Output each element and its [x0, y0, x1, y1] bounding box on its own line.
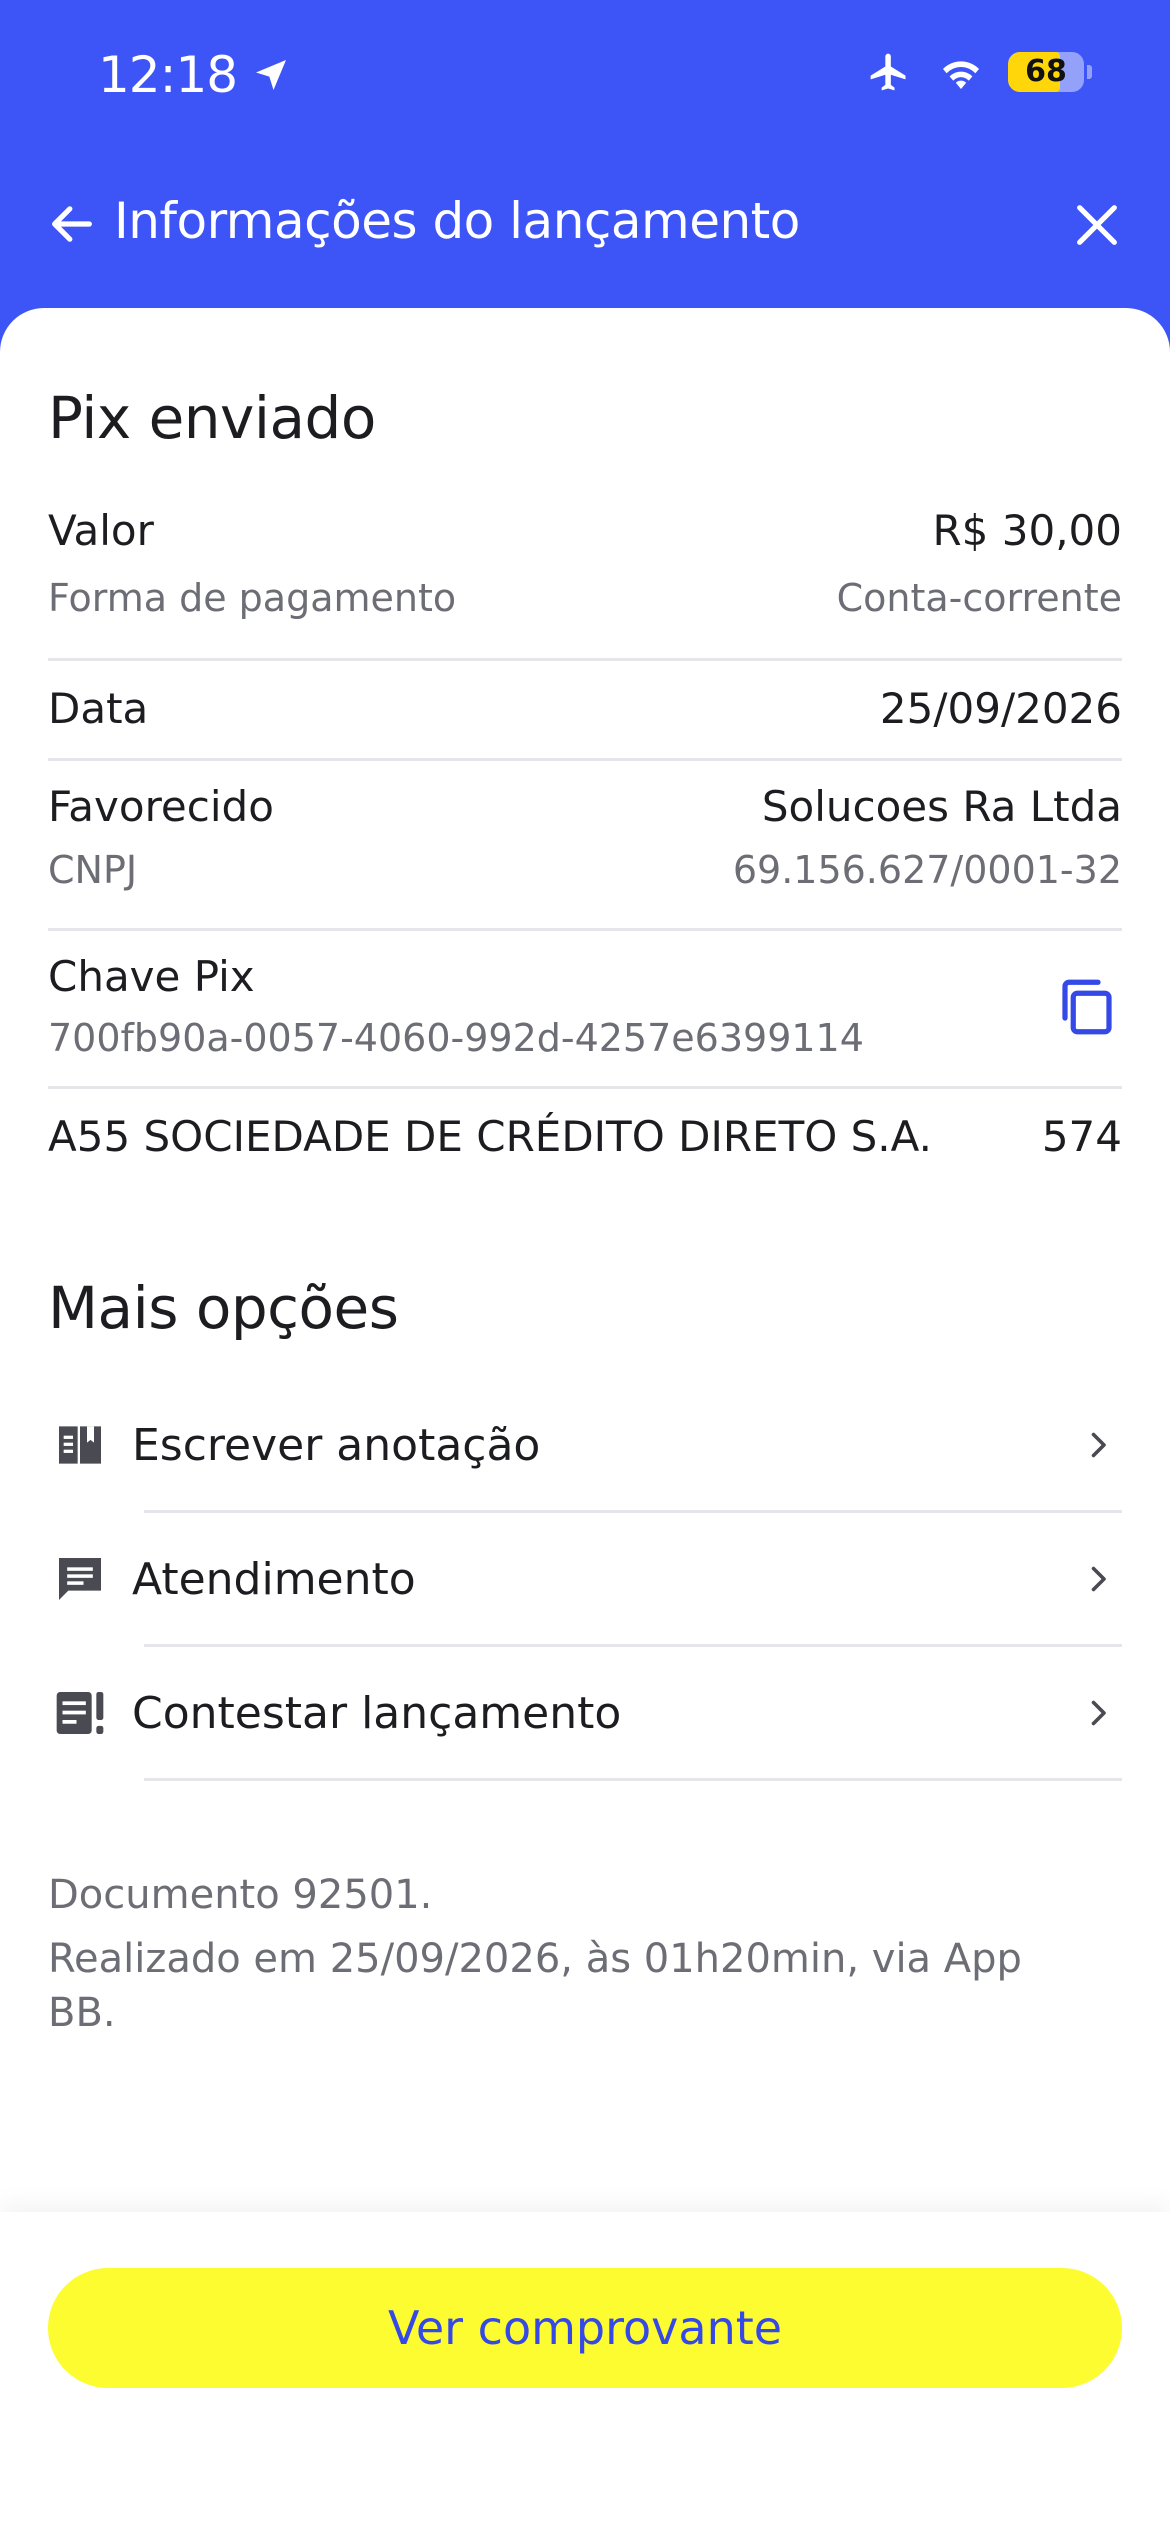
favorecido-label: Favorecido — [48, 782, 274, 831]
valor-value: R$ 30,00 — [932, 506, 1123, 555]
wifi-icon — [943, 61, 979, 89]
data-label: Data — [48, 684, 149, 733]
forma-pagamento-row: Forma de pagamento Conta-corrente — [48, 576, 1122, 620]
valor-row: Valor R$ 30,00 — [48, 506, 1122, 555]
options-title: Mais opções — [48, 1274, 399, 1342]
chevron-right-icon — [1078, 1693, 1118, 1733]
option-atendimento[interactable]: Atendimento — [48, 1512, 1122, 1646]
status-icons: 68 — [864, 50, 1092, 94]
report-icon — [50, 1683, 110, 1743]
divider — [48, 758, 1122, 761]
bank-row: A55 SOCIEDADE DE CRÉDITO DIRETO S.A. 574 — [48, 1112, 1122, 1161]
bank-name: A55 SOCIEDADE DE CRÉDITO DIRETO S.A. — [48, 1112, 932, 1161]
cnpj-value: 69.156.627/0001-32 — [732, 848, 1122, 892]
close-icon — [1077, 205, 1117, 245]
app-header: Informações do lançamento — [0, 150, 1170, 310]
chave-pix-value-row: 700fb90a-0057-4060-992d-4257e6399114 — [48, 1016, 1122, 1060]
documento-text: Documento 92501. — [48, 1872, 433, 1918]
valor-label: Valor — [48, 506, 154, 555]
status-bar: 12:18 68 — [0, 0, 1170, 150]
battery-level: 68 — [1025, 54, 1067, 89]
divider — [144, 1778, 1122, 1781]
divider — [48, 658, 1122, 661]
transaction-title: Pix enviado — [48, 384, 376, 452]
arrow-left-icon — [52, 206, 92, 242]
cnpj-label: CNPJ — [48, 848, 138, 892]
battery-indicator: 68 — [1008, 52, 1092, 92]
bottom-action-bar: Ver comprovante — [0, 2212, 1170, 2532]
realizado-text: Realizado em 25/09/2026, às 01h20min, vi… — [48, 1936, 1022, 2036]
chat-icon — [50, 1549, 110, 1609]
favorecido-value: Solucoes Ra Ltda — [761, 782, 1122, 831]
status-time: 12:18 — [98, 46, 291, 104]
chave-pix-label: Chave Pix — [48, 952, 255, 1001]
option-label: Escrever anotação — [132, 1419, 541, 1471]
page-title: Informações do lançamento — [114, 192, 800, 250]
favorecido-row: Favorecido Solucoes Ra Ltda — [48, 782, 1122, 831]
option-escrever-anotacao[interactable]: Escrever anotação — [48, 1378, 1122, 1512]
data-row: Data 25/09/2026 — [48, 684, 1122, 733]
note-icon — [50, 1415, 110, 1475]
option-contestar-lancamento[interactable]: Contestar lançamento — [48, 1646, 1122, 1780]
copy-button[interactable] — [1052, 972, 1122, 1042]
details-sheet: Pix enviado Valor R$ 30,00 Forma de paga… — [0, 308, 1170, 2532]
location-arrow-icon — [256, 60, 287, 90]
back-button[interactable] — [44, 196, 100, 252]
ver-comprovante-button[interactable]: Ver comprovante — [48, 2268, 1122, 2388]
clock: 12:18 — [98, 46, 238, 104]
close-button[interactable] — [1068, 196, 1126, 254]
forma-pagamento-value: Conta-corrente — [836, 576, 1122, 620]
chave-pix-row: Chave Pix — [48, 952, 1122, 1001]
copy-icon — [1062, 979, 1112, 1035]
option-label: Contestar lançamento — [132, 1687, 622, 1739]
divider — [48, 928, 1122, 931]
option-label: Atendimento — [132, 1553, 416, 1605]
bank-code: 574 — [1041, 1112, 1122, 1161]
forma-pagamento-label: Forma de pagamento — [48, 576, 457, 620]
chevron-right-icon — [1078, 1425, 1118, 1465]
divider — [48, 1086, 1122, 1089]
chevron-right-icon — [1078, 1559, 1118, 1599]
chave-pix-value: 700fb90a-0057-4060-992d-4257e6399114 — [48, 1016, 864, 1060]
data-value: 25/09/2026 — [879, 684, 1122, 733]
cnpj-row: CNPJ 69.156.627/0001-32 — [48, 848, 1122, 892]
airplane-icon — [870, 53, 906, 91]
